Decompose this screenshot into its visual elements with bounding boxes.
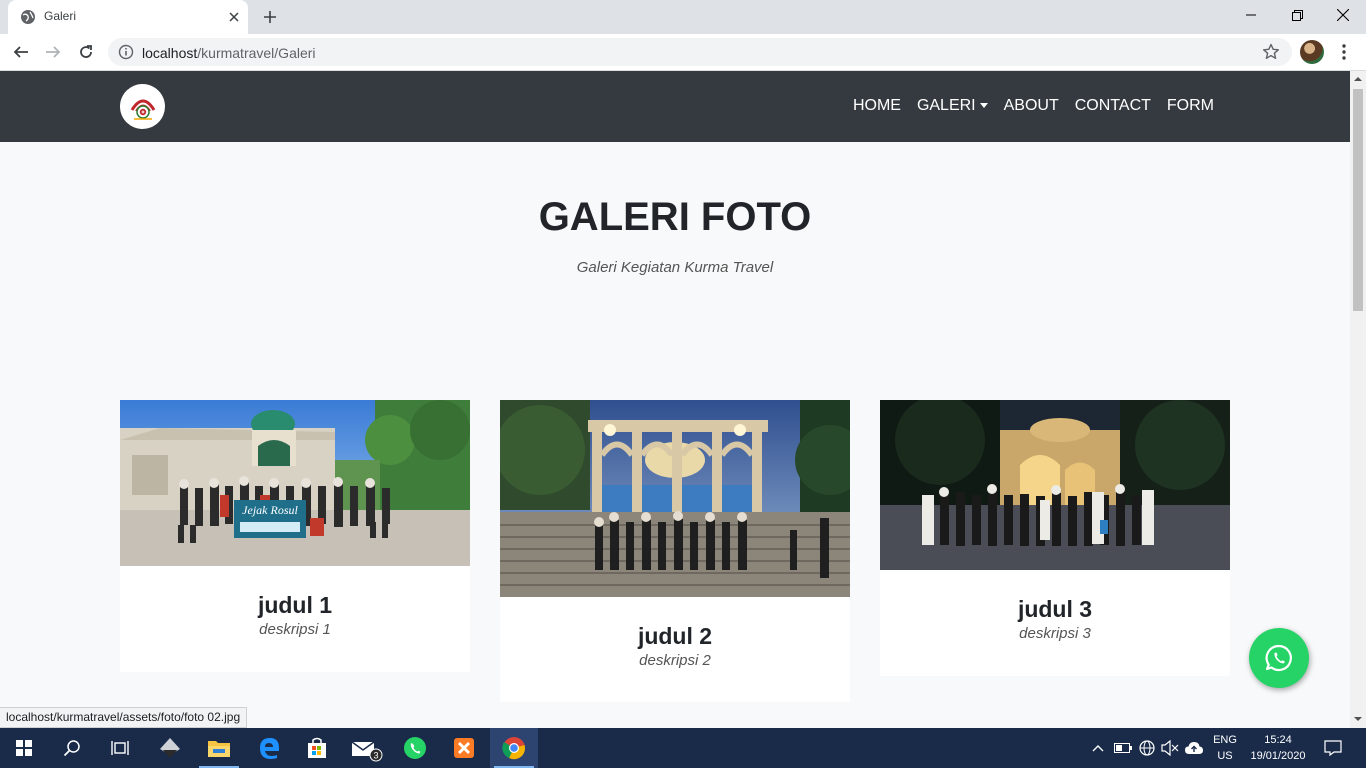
card-body: judul 1 deskripsi 1 [120,566,470,638]
nav-contact[interactable]: CONTACT [1067,97,1159,115]
clock-time: 15:24 [1264,734,1292,746]
photo-mosque-group: Jejak Rosul [120,400,470,566]
edge-browser-icon[interactable] [245,728,293,768]
page-subtitle: Galeri Kegiatan Kurma Travel [576,259,774,276]
notification-center-icon[interactable] [1323,738,1343,758]
card-title: judul 3 [1017,596,1093,622]
gallery-photo[interactable] [500,400,850,597]
site-logo[interactable] [120,84,165,129]
back-arrow-icon[interactable] [8,39,34,65]
page-title: GALERI FOTO [538,195,812,239]
gallery-card[interactable]: judul 2 deskripsi 2 [500,400,850,702]
page-viewport: HOME GALERI ABOUT CONTACT FORM GALERI FO… [0,71,1350,728]
profile-avatar[interactable] [1300,40,1324,64]
url-path: /kurmatravel/Galeri [197,45,316,61]
reload-icon[interactable] [73,39,99,65]
scroll-down-icon[interactable] [1354,715,1362,723]
nav-form[interactable]: FORM [1159,97,1222,115]
card-description: deskripsi 2 [639,652,711,669]
gallery-photo[interactable] [880,400,1230,570]
windows-start-icon[interactable] [0,728,48,768]
cloud-upload-icon[interactable] [1184,738,1204,758]
card-title: judul 1 [257,592,333,618]
file-explorer-icon[interactable] [195,728,243,768]
site-navbar: HOME GALERI ABOUT CONTACT FORM [0,71,1350,142]
whatsapp-icon [1265,644,1292,672]
mail-icon[interactable]: 3 [342,728,390,768]
whatsapp-chat-button[interactable] [1249,628,1309,688]
more-menu-icon[interactable] [1334,40,1354,64]
url-host: localhost [142,45,198,61]
mail-badge-count: 3 [373,751,378,761]
globe-icon [21,10,35,24]
app-inkscape-icon[interactable] [146,728,194,768]
xampp-icon[interactable] [440,728,488,768]
restore-icon[interactable] [1274,0,1320,30]
caret-down-icon [979,102,988,108]
scroll-thumb[interactable] [1353,89,1363,311]
system-clock[interactable]: 15:24 19/01/2020 [1246,732,1310,764]
close-tab-icon[interactable] [224,7,244,27]
bookmark-star-icon[interactable] [1262,43,1280,61]
banner-text: Jejak Rosul [242,503,298,517]
url-text[interactable]: localhost/kurmatravel/Galeri [142,45,316,61]
card-title: judul 2 [637,623,713,649]
minimize-icon[interactable] [1228,0,1274,30]
close-window-icon[interactable] [1320,0,1366,30]
gallery-photo[interactable]: Jejak Rosul [120,400,470,566]
nav-menu: HOME GALERI ABOUT CONTACT FORM [845,97,1222,115]
new-tab-icon[interactable] [258,5,282,29]
windows-taskbar: 3 ENG US 15:24 19/01/2020 [0,728,1366,768]
card-description: deskripsi 3 [1019,625,1091,642]
photo-arches-group [500,400,850,597]
gallery-card[interactable]: Jejak Rosul judul 1 deskripsi 1 [120,400,470,672]
card-body: judul 3 deskripsi 3 [880,570,1230,642]
task-view-icon[interactable] [96,728,144,768]
address-bar[interactable]: localhost/kurmatravel/Galeri [108,38,1292,66]
show-hidden-icons-chevron-icon[interactable] [1088,738,1108,758]
info-icon[interactable] [118,44,134,60]
tab-title: Galeri [44,9,77,23]
link-status-bar: localhost/kurmatravel/assets/foto/foto 0… [0,707,248,728]
browser-toolbar: localhost/kurmatravel/Galeri [0,34,1366,71]
network-globe-icon[interactable] [1137,738,1157,758]
kurma-travel-logo-icon [130,99,155,120]
page-scrollbar[interactable] [1350,71,1366,728]
speaker-muted-icon[interactable] [1160,738,1180,758]
card-description: deskripsi 1 [259,621,331,638]
lang-code: ENG [1213,734,1237,746]
nav-home[interactable]: HOME [845,97,909,115]
scroll-up-icon[interactable] [1354,75,1362,83]
store-icon[interactable] [293,728,341,768]
gallery-card[interactable]: judul 3 deskripsi 3 [880,400,1230,676]
input-language[interactable]: ENG US [1210,732,1240,764]
nav-about[interactable]: ABOUT [996,97,1067,115]
chrome-icon[interactable] [490,728,538,768]
whatsapp-taskbar-icon[interactable] [391,728,439,768]
nav-galeri-dropdown[interactable]: GALERI [909,97,996,115]
nav-galeri-label: GALERI [916,97,976,114]
clock-date: 19/01/2020 [1250,750,1306,762]
lang-region: US [1217,750,1233,762]
card-body: judul 2 deskripsi 2 [500,597,850,669]
forward-arrow-icon[interactable] [40,39,66,65]
search-icon[interactable] [48,728,96,768]
browser-tab[interactable]: Galeri [8,0,248,34]
battery-icon[interactable] [1113,738,1133,758]
photo-night-group [880,400,1230,570]
browser-tab-strip: Galeri [0,0,1366,34]
